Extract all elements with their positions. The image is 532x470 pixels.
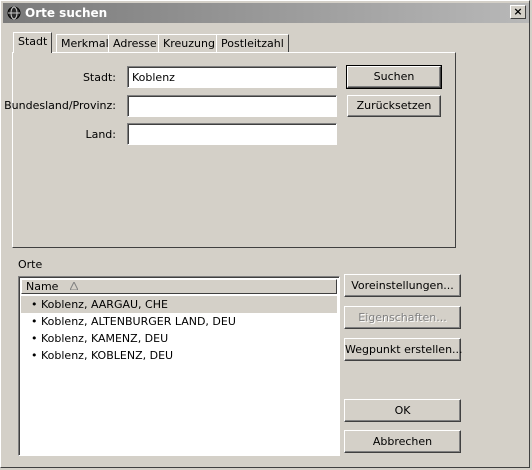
close-button[interactable]: × (510, 5, 526, 19)
city-input[interactable] (127, 66, 337, 88)
country-label: Land: (85, 128, 116, 141)
reset-button[interactable]: Zurücksetzen (347, 95, 441, 117)
tab-stadt[interactable]: Stadt (13, 32, 53, 53)
create-waypoint-button[interactable]: Wegpunkt erstellen... (344, 338, 463, 361)
create-waypoint-button-label: Wegpunkt erstellen... (345, 343, 463, 356)
bullet-icon: • (31, 315, 38, 328)
list-item-label: Koblenz, KAMENZ, DEU (41, 332, 169, 345)
sort-ascending-icon (70, 282, 78, 290)
preferences-button-label: Voreinstellungen... (351, 279, 454, 292)
close-icon: × (513, 5, 523, 18)
tab-adresse[interactable]: Adresse (108, 34, 162, 52)
results-list[interactable]: Name • Koblenz, AARGAU, CHE • Koblenz, A… (18, 276, 340, 456)
bullet-icon: • (31, 298, 38, 311)
list-item-label: Koblenz, KOBLENZ, DEU (41, 349, 174, 362)
tab-label: Merkmal (61, 37, 109, 50)
tab-label: Postleitzahl (221, 37, 284, 50)
ok-button[interactable]: OK (344, 399, 461, 422)
tab-label: Adresse (113, 37, 157, 50)
tab-postleitzahl[interactable]: Postleitzahl (216, 34, 289, 52)
tab-kreuzung[interactable]: Kreuzung (158, 34, 220, 52)
cancel-button-label: Abbrechen (372, 435, 433, 448)
list-item[interactable]: • Koblenz, AARGAU, CHE (21, 296, 337, 313)
list-item[interactable]: • Koblenz, KAMENZ, DEU (21, 330, 337, 347)
bullet-icon: • (31, 349, 38, 362)
tab-merkmal[interactable]: Merkmal (56, 34, 114, 52)
globe-icon (7, 6, 21, 20)
properties-button[interactable]: Eigenschaften... (344, 306, 461, 329)
list-item-label: Koblenz, AARGAU, CHE (41, 298, 168, 311)
tab-label: Kreuzung (163, 37, 215, 50)
title-bar[interactable]: Orte suchen × (3, 3, 529, 23)
list-item[interactable]: • Koblenz, KOBLENZ, DEU (21, 347, 337, 364)
search-button[interactable]: Suchen (346, 65, 442, 89)
column-header-name[interactable]: Name (21, 279, 337, 294)
dialog-window: Orte suchen × Stadt Merkmal Adresse Kreu… (0, 0, 530, 468)
properties-button-label: Eigenschaften... (358, 311, 447, 324)
ok-button-label: OK (394, 404, 411, 417)
search-button-label: Suchen (373, 70, 415, 83)
list-item-label: Koblenz, ALTENBURGER LAND, DEU (41, 315, 236, 328)
column-header-label: Name (26, 280, 59, 293)
preferences-button[interactable]: Voreinstellungen... (344, 274, 461, 297)
state-input[interactable] (127, 95, 337, 117)
list-item[interactable]: • Koblenz, ALTENBURGER LAND, DEU (21, 313, 337, 330)
bullet-icon: • (31, 332, 38, 345)
city-label: Stadt: (82, 71, 116, 84)
cancel-button[interactable]: Abbrechen (344, 430, 461, 453)
results-group-label: Orte (18, 258, 43, 271)
country-input[interactable] (127, 123, 337, 145)
tab-label: Stadt (18, 35, 48, 48)
state-label: Bundesland/Provinz: (4, 99, 116, 112)
window-title: Orte suchen (25, 6, 108, 20)
reset-button-label: Zurücksetzen (356, 99, 432, 112)
